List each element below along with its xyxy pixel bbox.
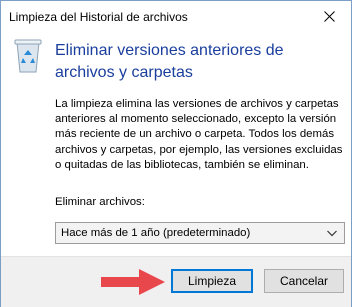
close-icon xyxy=(323,10,335,22)
delete-files-dropdown[interactable]: Hace más de 1 año (predeterminado) xyxy=(55,222,345,244)
chevron-down-icon xyxy=(327,230,337,237)
page-heading: Eliminar versiones anteriores de archivo… xyxy=(55,42,284,81)
dialog-window: Limpieza del Historial de archivos Elimi… xyxy=(0,0,352,307)
title-bar: Limpieza del Historial de archivos xyxy=(1,1,351,31)
cleanup-button[interactable]: Limpieza xyxy=(171,269,253,293)
close-button[interactable] xyxy=(307,1,351,31)
delete-files-label: Eliminar archivos: xyxy=(55,196,145,208)
red-arrow-icon xyxy=(101,269,165,295)
window-title: Limpieza del Historial de archivos xyxy=(9,10,188,24)
description-text: La limpieza elimina las versiones de arc… xyxy=(55,98,343,171)
cancel-button[interactable]: Cancelar xyxy=(264,269,344,293)
recycle-bin-icon xyxy=(14,39,42,73)
dialog-content: Eliminar versiones anteriores de archivo… xyxy=(1,31,351,256)
button-bar: Limpieza Cancelar xyxy=(1,256,351,307)
dropdown-selected-value: Hace más de 1 año (predeterminado) xyxy=(61,227,251,239)
